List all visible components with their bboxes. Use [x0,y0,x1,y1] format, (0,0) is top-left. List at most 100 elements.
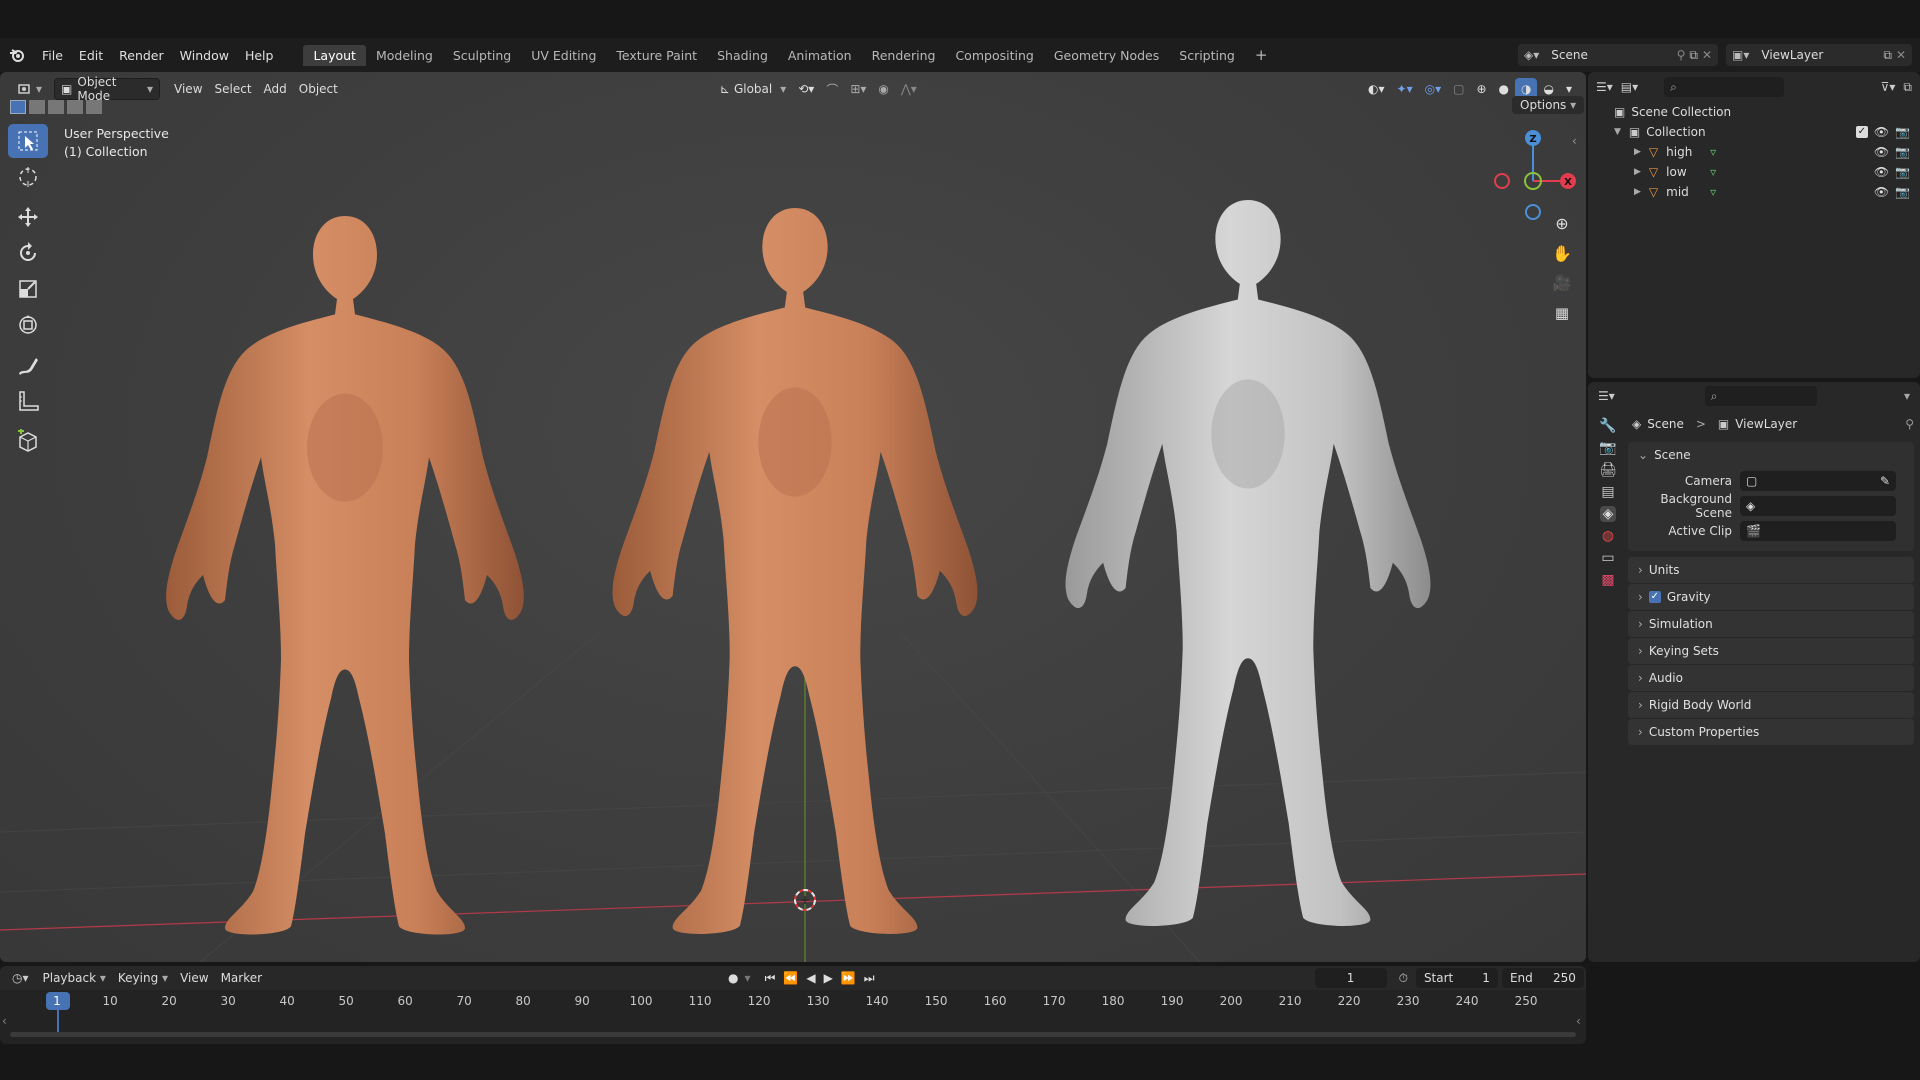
timeline-menu-marker[interactable]: Marker [215,971,268,985]
proportional-edit-icon[interactable]: ◉ [872,78,894,100]
tab-geometry-nodes[interactable]: Geometry Nodes [1044,45,1169,66]
tab-modeling[interactable]: Modeling [366,45,443,66]
world-tab-icon[interactable]: ◍ [1602,528,1614,544]
outliner-object-low[interactable]: ▶ ▽ low ▿ 👁 📷 [1588,162,1920,182]
tab-sculpting[interactable]: Sculpting [443,45,521,66]
filter-icon[interactable]: ⊽▾ [1881,80,1896,94]
properties-editor-icon[interactable]: ☰▾ [1598,389,1615,403]
solid-shading-icon[interactable]: ● [1493,78,1515,100]
snap-target-icon[interactable]: ⊞▾ [844,78,872,100]
transform-tool[interactable] [8,308,48,342]
tab-layout[interactable]: Layout [303,44,366,66]
select-new-icon[interactable] [10,100,26,114]
viewport-menu-add[interactable]: Add [258,78,293,100]
timeline-menu-view[interactable]: View [174,971,214,985]
wireframe-shading-icon[interactable]: ⊕ [1470,78,1492,100]
mesh-data-icon[interactable]: ▿ [1710,165,1874,179]
custom-properties-section[interactable]: › Custom Properties [1628,719,1914,745]
visibility-eye-icon[interactable]: 👁 [1874,125,1889,139]
figure-high[interactable] [1065,200,1431,926]
rigid-body-world-section[interactable]: › Rigid Body World [1628,692,1914,718]
move-tool[interactable] [8,200,48,234]
delete-viewlayer-icon[interactable]: ✕ [1896,48,1906,62]
pin-icon[interactable]: ⚲ [1677,48,1686,62]
add-cube-tool[interactable] [8,424,48,458]
tool-tab-icon[interactable]: 🔧 [1599,418,1616,434]
eyedropper-icon[interactable]: ✎ [1880,474,1890,488]
exclude-checkbox[interactable]: ✓ [1855,126,1868,138]
camera-view-icon[interactable]: 🎥 [1547,268,1577,298]
visibility-eye-icon[interactable]: 👁 [1874,185,1889,199]
outliner-editor-icon[interactable]: ☰▾ [1596,80,1613,94]
overlay-toggle-icon[interactable]: ◎▾ [1419,78,1448,100]
snap-icon[interactable]: ⌒ [820,78,844,100]
figure-low[interactable] [166,216,524,935]
3d-viewport[interactable]: ▾ ▣ Object Mode ▾ View Select Add Object… [0,72,1586,962]
tab-compositing[interactable]: Compositing [945,45,1043,66]
output-tab-icon[interactable]: 🖨 [1599,462,1617,478]
tab-uv-editing[interactable]: UV Editing [521,45,606,66]
audio-section[interactable]: › Audio [1628,665,1914,691]
keying-sets-section[interactable]: › Keying Sets [1628,638,1914,664]
ortho-toggle-icon[interactable]: ▦ [1547,298,1577,328]
measure-tool[interactable] [8,384,48,418]
viewport-menu-select[interactable]: Select [209,78,258,100]
jump-end-icon[interactable]: ⏭ [864,971,875,986]
auto-keying-options-icon[interactable]: ▾ [745,971,751,985]
playhead-marker[interactable] [46,992,70,1010]
units-section[interactable]: › Units [1628,557,1914,583]
end-frame-field[interactable]: End 250 [1501,968,1584,988]
outliner-search-input[interactable]: ⌕ [1664,77,1785,97]
select-extend-icon[interactable] [29,100,45,114]
viewport-scene[interactable] [0,72,1586,962]
menu-file[interactable]: File [34,48,71,63]
visibility-eye-icon[interactable]: 👁 [1874,165,1889,179]
gravity-section[interactable]: › ✓ Gravity [1628,584,1914,610]
annotate-tool[interactable] [8,348,48,382]
tab-rendering[interactable]: Rendering [862,45,946,66]
expand-arrow-icon[interactable]: ▶ [1634,147,1641,157]
outliner-collection[interactable]: ▼ ▣ Collection ✓ 👁 📷 [1588,122,1920,142]
next-keyframe-icon[interactable]: ⏩ [841,971,856,985]
falloff-icon[interactable]: ⋀▾ [895,78,923,100]
frame-ruler[interactable]: ‹ ‹ [0,990,1586,1044]
figure-mid[interactable] [612,208,978,934]
expand-arrow-icon[interactable]: ▶ [1634,167,1641,177]
visibility-icon[interactable]: ◐▾ [1362,78,1391,100]
timeline-menu-playback[interactable]: Playback ▾ [37,971,112,985]
mesh-data-icon[interactable]: ▿ [1710,145,1874,159]
xray-icon[interactable]: ▢ [1447,78,1470,100]
timeline-editor-icon[interactable]: ◷▾ [12,971,29,985]
render-camera-icon[interactable]: 📷 [1895,165,1910,179]
gizmo-neg-z-axis[interactable] [1525,204,1541,220]
timeline-menu-keying[interactable]: Keying ▾ [112,971,174,985]
auto-keying-icon[interactable]: ● [728,971,738,985]
editor-type-button[interactable]: ▾ [12,78,48,100]
options-dropdown[interactable]: Options ▾ [1512,96,1585,114]
texture-tab-icon[interactable]: ▩ [1601,572,1614,588]
mesh-data-icon[interactable]: ▿ [1710,185,1874,199]
outliner-object-mid[interactable]: ▶ ▽ mid ▿ 👁 📷 [1588,182,1920,202]
scene-tab-icon[interactable]: ◈ [1599,506,1617,522]
select-box-tool[interactable] [8,124,48,158]
scroll-left-icon[interactable]: ‹ [2,1014,7,1028]
gizmo-toggle-icon[interactable]: ✦▾ [1391,78,1419,100]
render-camera-icon[interactable]: 📷 [1895,145,1910,159]
gravity-checkbox[interactable]: ✓ [1648,591,1661,603]
pivot-point-icon[interactable]: ⟲▾ [792,78,820,100]
tab-texture-paint[interactable]: Texture Paint [606,45,707,66]
simulation-section[interactable]: › Simulation [1628,611,1914,637]
transform-orientation-dropdown[interactable]: ⊾ Global ▾ [714,78,792,100]
jump-start-icon[interactable]: ⏮ [765,971,776,986]
tab-animation[interactable]: Animation [778,45,862,66]
menu-edit[interactable]: Edit [71,48,111,63]
expand-arrow-icon[interactable]: ▼ [1614,127,1621,137]
viewport-menu-object[interactable]: Object [293,78,344,100]
menu-help[interactable]: Help [237,48,282,63]
gizmo-neg-x-axis[interactable] [1494,173,1510,189]
delete-scene-icon[interactable]: ✕ [1702,48,1712,62]
outliner-scene-collection[interactable]: ▣ Scene Collection [1588,102,1920,122]
outliner-object-high[interactable]: ▶ ▽ high ▿ 👁 📷 [1588,142,1920,162]
prev-keyframe-icon[interactable]: ⏪ [783,971,798,985]
add-workspace-button[interactable]: + [1245,43,1278,67]
